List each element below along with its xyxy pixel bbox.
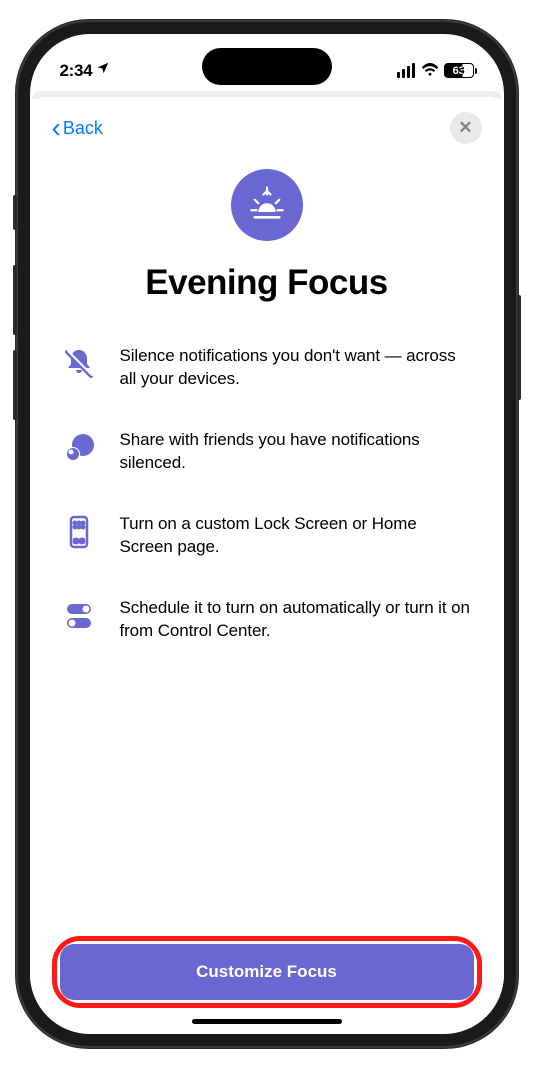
wifi-icon: [421, 61, 439, 81]
home-indicator[interactable]: [192, 1019, 342, 1024]
modal-header: ‹ Back ✕: [52, 107, 482, 149]
feature-text: Schedule it to turn on automatically or …: [120, 597, 474, 643]
feature-list: Silence notifications you don't want — a…: [52, 345, 482, 643]
bell-slash-icon: [60, 345, 98, 383]
screen: 2:34 63 ‹ Back: [30, 34, 504, 1034]
status-right: 63: [396, 61, 474, 81]
modal-sheet: ‹ Back ✕ Evening Focus: [30, 97, 504, 1032]
feature-text: Turn on a custom Lock Screen or Home Scr…: [120, 513, 474, 559]
spacer: [52, 643, 482, 937]
side-button: [13, 265, 17, 335]
feature-item: Share with friends you have notification…: [60, 429, 474, 475]
feature-text: Silence notifications you don't want — a…: [120, 345, 474, 391]
side-button: [13, 350, 17, 420]
chevron-left-icon: ‹: [52, 114, 61, 142]
feature-item: Silence notifications you don't want — a…: [60, 345, 474, 391]
feature-item: Schedule it to turn on automatically or …: [60, 597, 474, 643]
feature-text: Share with friends you have notification…: [120, 429, 474, 475]
battery-icon: 63: [444, 63, 474, 78]
phone-screen-icon: [60, 513, 98, 551]
phone-frame: 2:34 63 ‹ Back: [16, 20, 518, 1048]
feature-item: Turn on a custom Lock Screen or Home Scr…: [60, 513, 474, 559]
status-left: 2:34: [60, 61, 111, 81]
share-status-icon: [60, 429, 98, 467]
focus-icon: [231, 169, 303, 241]
side-button: [517, 295, 521, 400]
cellular-icon: [396, 63, 416, 78]
location-icon: [96, 61, 110, 78]
close-icon: ✕: [458, 118, 472, 138]
customize-focus-button[interactable]: Customize Focus: [60, 944, 474, 1000]
battery-level: 63: [453, 65, 465, 77]
side-button: [13, 195, 17, 230]
dynamic-island: [202, 48, 332, 85]
cta-highlight-ring: Customize Focus: [52, 936, 482, 1008]
page-title: Evening Focus: [52, 263, 482, 303]
status-time: 2:34: [60, 61, 93, 81]
back-label: Back: [63, 118, 103, 139]
close-button[interactable]: ✕: [450, 112, 482, 144]
back-button[interactable]: ‹ Back: [52, 114, 103, 142]
toggle-icon: [60, 597, 98, 635]
